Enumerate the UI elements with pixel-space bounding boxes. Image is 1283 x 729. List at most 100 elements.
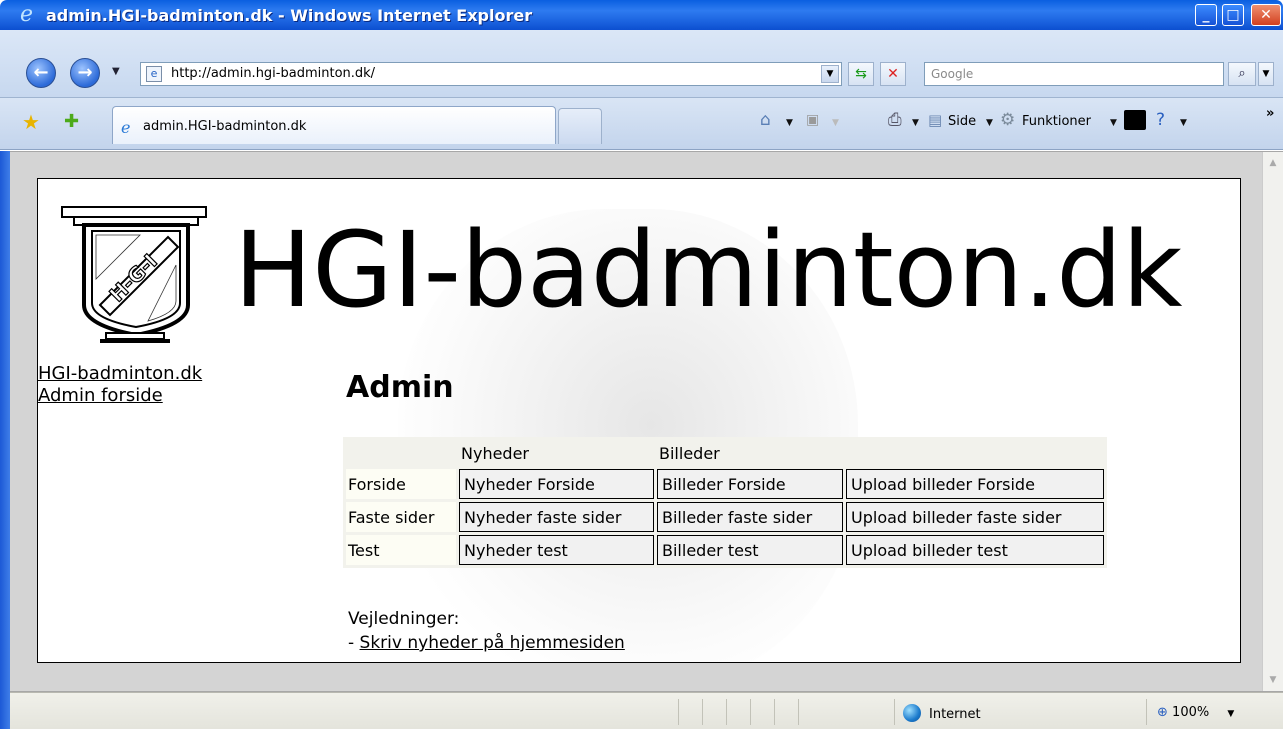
table-header-upload	[846, 440, 1104, 466]
nav-link-admin-home[interactable]: Admin forside	[38, 385, 202, 407]
close-icon: ✕	[1260, 7, 1272, 23]
left-navigation: HGI-badminton.dk Admin forside	[38, 363, 202, 407]
forward-arrow-icon: →	[77, 62, 93, 83]
nav-link-home[interactable]: HGI-badminton.dk	[38, 363, 202, 385]
zoom-icon: ⊕	[1157, 705, 1168, 720]
guides-label: Vejledninger:	[348, 609, 460, 629]
guide-link-write-news[interactable]: Skriv nyheder på hjemmesiden	[360, 633, 625, 653]
images-test-button[interactable]: Billeder test	[657, 535, 843, 565]
page-menu-dropdown-icon[interactable]: ▼	[986, 118, 993, 128]
stop-button[interactable]: ✕	[880, 62, 906, 86]
globe-icon	[903, 704, 921, 722]
site-title: HGI-badminton.dk	[234, 209, 1183, 331]
admin-page: H-G-I HGI-badminton.dk HGI-badminton.dk …	[37, 178, 1241, 663]
refresh-button[interactable]: ⇆	[848, 62, 874, 86]
ie-logo-icon: e	[20, 2, 34, 27]
home-dropdown-icon[interactable]: ▼	[786, 118, 793, 128]
window-title: admin.HGI-badminton.dk - Windows Interne…	[46, 6, 533, 25]
news-frontpage-button[interactable]: Nyheder Forside	[459, 469, 654, 499]
more-commands-icon[interactable]: »	[1266, 106, 1274, 121]
maximize-button[interactable]: □	[1222, 4, 1244, 26]
print-icon[interactable]: ⎙	[888, 110, 902, 130]
table-header-images: Billeder	[659, 443, 720, 463]
news-static-pages-button[interactable]: Nyheder faste sider	[459, 502, 654, 532]
admin-table: Nyheder Billeder Forside Nyheder Forside…	[343, 437, 1107, 568]
search-button[interactable]: ⌕	[1228, 62, 1256, 86]
minimize-button[interactable]: _	[1195, 4, 1217, 26]
page-menu-icon: ▤	[928, 111, 943, 129]
search-placeholder: Google	[931, 67, 974, 81]
vertical-scrollbar[interactable]: ▲ ▼	[1262, 152, 1283, 691]
status-divider	[702, 699, 703, 725]
images-frontpage-button[interactable]: Billeder Forside	[657, 469, 843, 499]
print-dropdown-icon[interactable]: ▼	[912, 118, 919, 128]
scroll-down-icon[interactable]: ▼	[1264, 671, 1282, 689]
tab-active[interactable]: e admin.HGI-badminton.dk	[112, 106, 556, 144]
search-input[interactable]: Google	[924, 62, 1224, 86]
security-zone[interactable]: Internet	[903, 704, 981, 722]
table-row: Test Nyheder test Billeder test Upload b…	[346, 535, 1104, 565]
favorites-star-icon[interactable]: ★	[22, 112, 40, 132]
close-button[interactable]: ✕	[1251, 4, 1281, 26]
de-gule-sider-icon[interactable]	[1124, 110, 1146, 130]
guides-item: - Skriv nyheder på hjemmesiden	[348, 631, 625, 655]
search-options-dropdown[interactable]: ▼	[1258, 62, 1274, 86]
maximize-icon: □	[1226, 7, 1240, 23]
status-divider	[726, 699, 727, 725]
zoom-control[interactable]: ⊕ 100% ▼	[1157, 705, 1234, 720]
zoom-dropdown-icon: ▼	[1227, 709, 1235, 719]
zone-label: Internet	[929, 707, 981, 722]
search-icon: ⌕	[1238, 66, 1246, 81]
help-icon[interactable]: ?	[1156, 110, 1165, 130]
table-header-corner	[346, 440, 456, 466]
table-header-news: Nyheder	[461, 443, 529, 463]
page-icon: e	[146, 66, 162, 82]
tab-label: admin.HGI-badminton.dk	[143, 119, 307, 134]
address-bar[interactable]: e http://admin.hgi-badminton.dk/ ▼	[140, 62, 842, 86]
window-left-edge	[0, 151, 10, 729]
new-tab-button[interactable]	[558, 108, 602, 144]
address-url[interactable]: http://admin.hgi-badminton.dk/	[171, 66, 375, 81]
ie-page-icon: e	[121, 118, 131, 137]
back-button[interactable]: ←	[26, 58, 56, 88]
stop-icon: ✕	[887, 66, 899, 82]
status-divider	[1146, 699, 1147, 725]
guides-bullet: -	[348, 633, 360, 653]
row-label: Forside	[346, 469, 456, 499]
title-bar: e admin.HGI-badminton.dk - Windows Inter…	[0, 0, 1283, 30]
hgi-logo: H-G-I	[61, 206, 207, 343]
page-title: Admin	[346, 370, 454, 405]
row-label: Test	[346, 535, 456, 565]
images-static-pages-button[interactable]: Billeder faste sider	[657, 502, 843, 532]
zoom-level: 100%	[1172, 705, 1210, 720]
news-test-button[interactable]: Nyheder test	[459, 535, 654, 565]
upload-images-test-button[interactable]: Upload billeder test	[846, 535, 1104, 565]
feeds-dropdown-icon: ▼	[832, 118, 839, 128]
minimize-icon: _	[1202, 7, 1210, 23]
address-dropdown-icon[interactable]: ▼	[821, 65, 839, 83]
status-bar	[10, 692, 1283, 729]
feeds-icon[interactable]: ▣	[806, 110, 819, 130]
chevron-down-icon: ▼	[1262, 69, 1270, 79]
forward-button[interactable]: →	[70, 58, 100, 88]
help-dropdown-icon[interactable]: ▼	[1180, 118, 1187, 128]
row-label: Faste sider	[346, 502, 456, 532]
scroll-up-icon[interactable]: ▲	[1264, 154, 1282, 172]
tools-dropdown-icon[interactable]: ▼	[1110, 118, 1117, 128]
table-row: Forside Nyheder Forside Billeder Forside…	[346, 469, 1104, 499]
history-dropdown-icon[interactable]: ▼	[112, 66, 120, 77]
page-menu[interactable]: Side	[948, 114, 976, 129]
home-icon[interactable]: ⌂	[760, 110, 771, 130]
status-divider	[894, 699, 895, 725]
tools-menu[interactable]: Funktioner	[1022, 114, 1091, 129]
status-divider	[774, 699, 775, 725]
upload-images-static-pages-button[interactable]: Upload billeder faste sider	[846, 502, 1104, 532]
status-divider	[798, 699, 799, 725]
gear-icon: ⚙	[1000, 110, 1016, 130]
upload-images-frontpage-button[interactable]: Upload billeder Forside	[846, 469, 1104, 499]
table-row: Faste sider Nyheder faste sider Billeder…	[346, 502, 1104, 532]
guides-section: Vejledninger: - Skriv nyheder på hjemmes…	[348, 607, 625, 655]
refresh-icon: ⇆	[855, 66, 867, 82]
table-header-row: Nyheder Billeder	[346, 440, 1104, 466]
add-favorite-icon[interactable]: ✚	[64, 112, 79, 132]
